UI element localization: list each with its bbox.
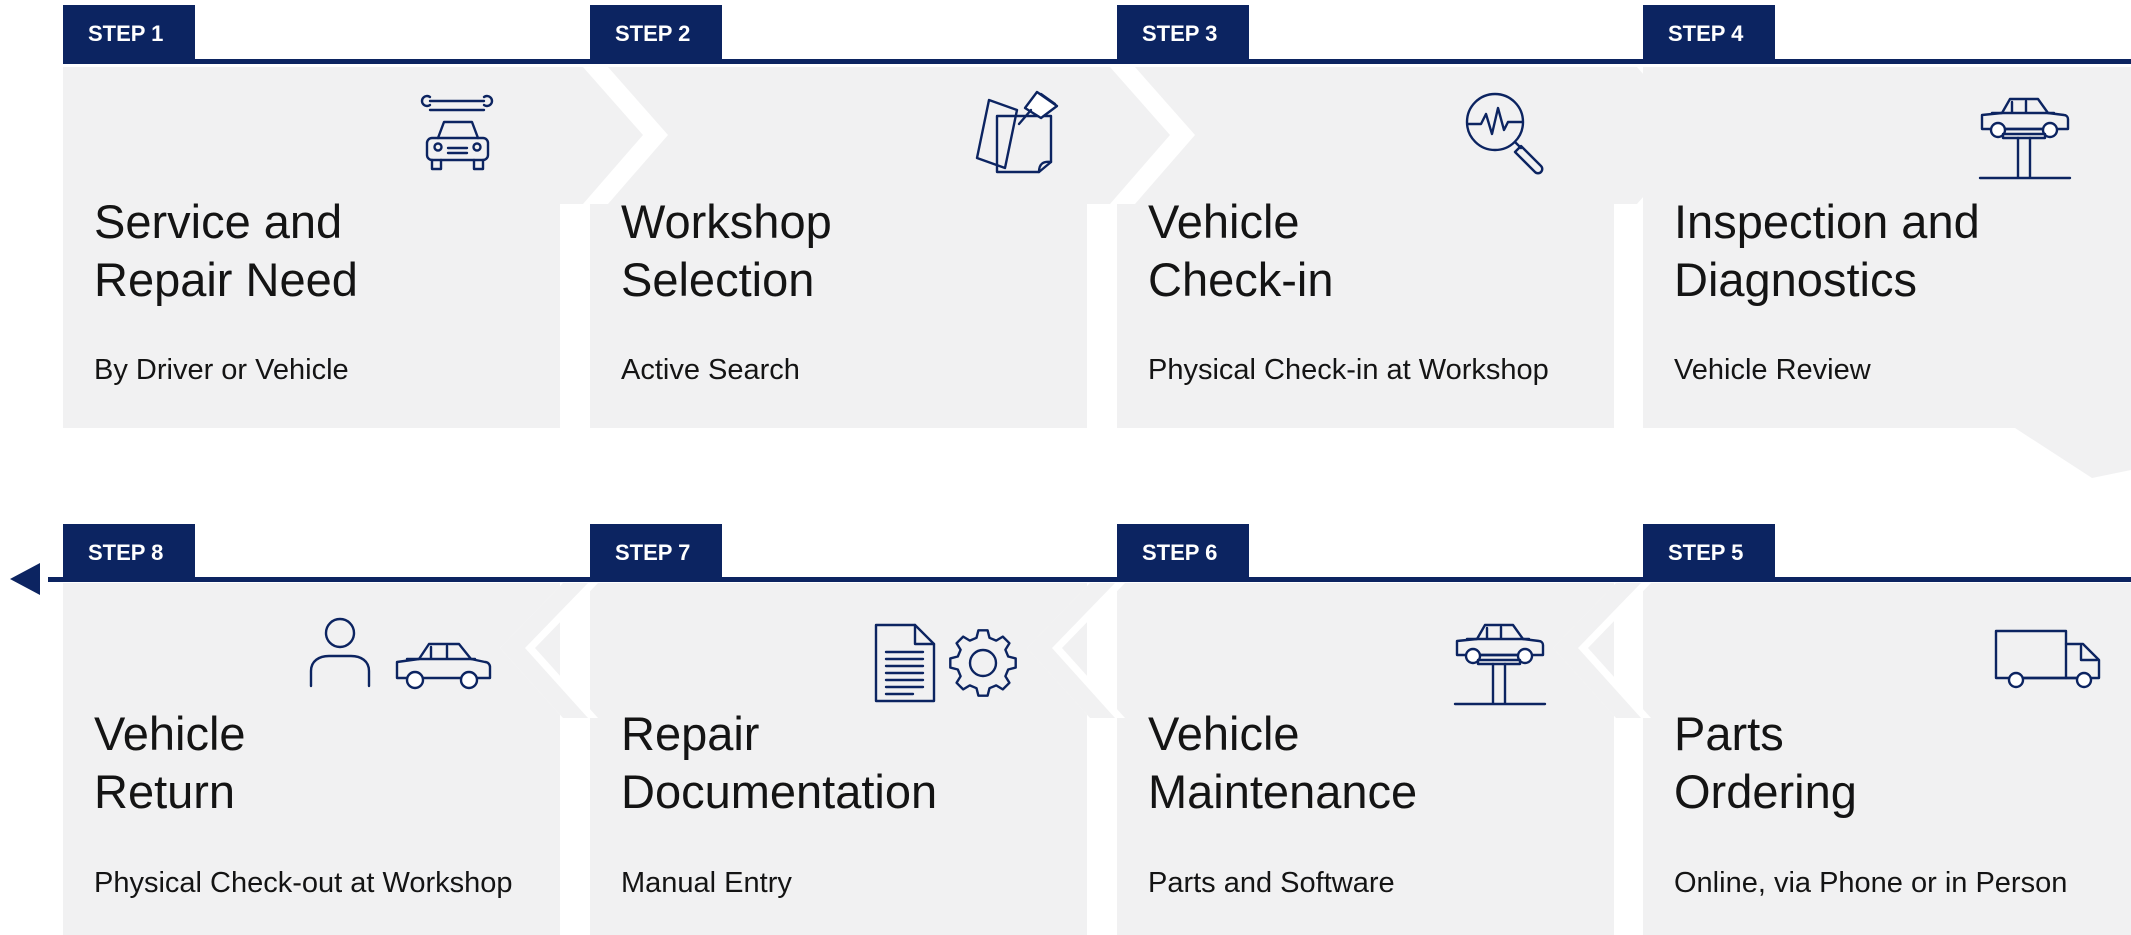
step-tag: STEP 4 <box>1643 5 1775 63</box>
step-subtitle: Active Search <box>621 354 800 386</box>
step-title: Vehicle Maintenance <box>1148 707 1418 818</box>
pinned-notes-icon <box>975 88 1065 176</box>
flow-arrowhead <box>10 563 40 595</box>
flow-line <box>63 59 2131 64</box>
step-tag: STEP 8 <box>63 524 195 582</box>
step-title: Workshop Selection <box>621 195 832 306</box>
diagnostic-magnifier-icon <box>1463 90 1549 176</box>
step-subtitle: Physical Check-out at Workshop <box>94 867 513 899</box>
step-tag: STEP 3 <box>1117 5 1249 63</box>
step-tag: STEP 1 <box>63 5 195 63</box>
step-tag: STEP 7 <box>590 524 722 582</box>
step-tag: STEP 2 <box>590 5 722 63</box>
step-tag: STEP 6 <box>1117 524 1249 582</box>
step-subtitle: By Driver or Vehicle <box>94 354 349 386</box>
person-icon <box>307 616 373 688</box>
step-subtitle: Vehicle Review <box>1674 354 1871 386</box>
flow-line <box>48 577 2131 582</box>
car-on-lift-icon <box>1978 95 2072 181</box>
car-icon <box>393 640 493 692</box>
step-subtitle: Online, via Phone or in Person <box>1674 867 2068 899</box>
step-tag: STEP 5 <box>1643 524 1775 582</box>
step-title: Repair Documentation <box>621 707 938 818</box>
document-icon <box>873 622 937 704</box>
step-subtitle: Physical Check-in at Workshop <box>1148 354 1549 386</box>
car-on-lift-icon <box>1453 621 1547 707</box>
step-title: Inspection and Diagnostics <box>1674 195 1980 306</box>
step-subtitle: Manual Entry <box>621 867 792 899</box>
car-with-wrench-icon <box>420 90 495 175</box>
step-title: Service and Repair Need <box>94 195 358 306</box>
gear-icon <box>947 627 1019 699</box>
delivery-truck-icon <box>1993 628 2105 692</box>
step-title: Vehicle Check-in <box>1148 195 1334 306</box>
step-title: Parts Ordering <box>1674 707 1857 818</box>
step-subtitle: Parts and Software <box>1148 867 1395 899</box>
step-title: Vehicle Return <box>94 707 246 818</box>
